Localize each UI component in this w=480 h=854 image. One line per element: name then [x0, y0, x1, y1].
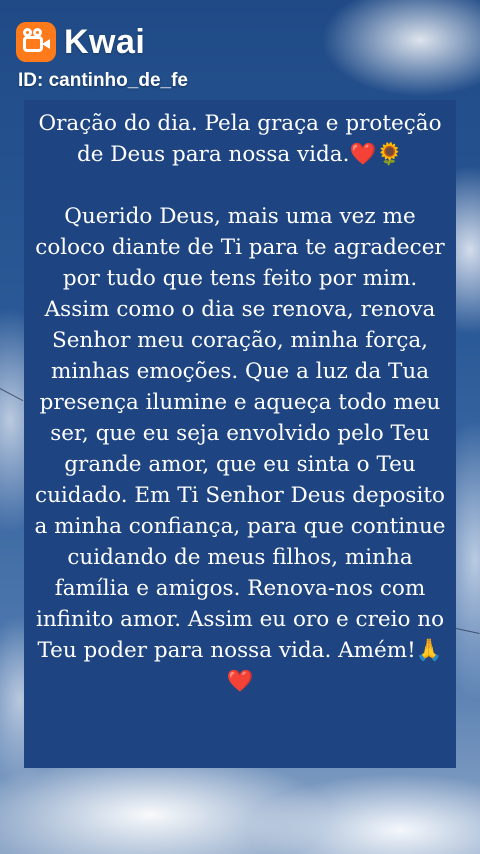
heart-emoji-icon: ❤️ — [349, 142, 377, 167]
praying-hands-emoji-icon: 🙏 — [415, 638, 443, 663]
kwai-logo-icon — [16, 22, 56, 62]
brand-name: Kwai — [64, 22, 146, 61]
prayer-body: Querido Deus, mais uma vez me coloco dia… — [34, 201, 446, 697]
prayer-text-card: Oração do dia. Pela graça e proteção de … — [24, 100, 456, 768]
kwai-brand: Kwai — [16, 22, 145, 62]
heart-end-emoji-icon: ❤️ — [226, 669, 254, 694]
wire-line-right — [455, 628, 480, 634]
user-id-label: ID: cantinho_de_fe — [18, 70, 188, 91]
wire-line-left — [0, 388, 24, 402]
prayer-body-text: Querido Deus, mais uma vez me coloco dia… — [34, 204, 446, 663]
prayer-title: Oração do dia. Pela graça e proteção de … — [34, 108, 446, 170]
sunflower-emoji-icon: 🌻 — [376, 142, 404, 167]
